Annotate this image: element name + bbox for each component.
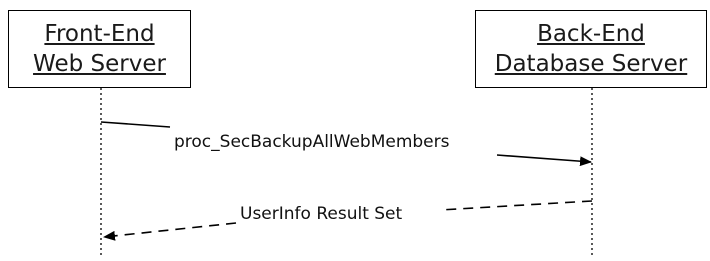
participant-title-line-1: Front-End xyxy=(44,21,155,47)
participant-front-end-web-server: Front-End Web Server xyxy=(8,10,191,88)
participant-back-end-database-server: Back-End Database Server xyxy=(475,10,707,88)
participant-title-line-1: Back-End xyxy=(537,21,645,47)
message-response-label: UserInfo Result Set xyxy=(238,204,405,224)
participant-title-line-2: Web Server xyxy=(33,51,166,77)
participant-title-line-2: Database Server xyxy=(494,51,688,77)
message-request-label: proc_SecBackupAllWebMembers xyxy=(172,132,452,152)
sequence-diagram: Front-End Web Server Back-End Database S… xyxy=(0,0,710,261)
